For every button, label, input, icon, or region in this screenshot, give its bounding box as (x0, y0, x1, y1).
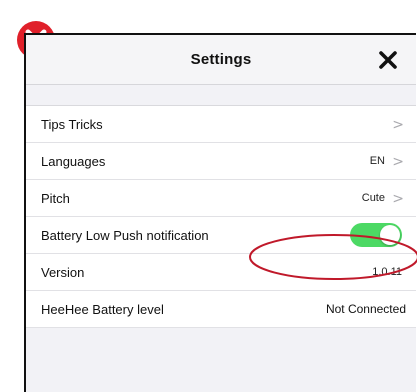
row-label: HeeHee Battery level (41, 302, 164, 317)
settings-row-languages[interactable]: Languages EN > (26, 143, 416, 180)
settings-screen: Settings Tips Tricks > Languages EN > Pi… (24, 33, 416, 392)
language-value: EN (369, 155, 385, 167)
row-label: Tips Tricks (41, 117, 103, 132)
battery-level-value: Not Connected (325, 302, 406, 316)
row-label: Version (41, 265, 85, 280)
close-icon[interactable] (378, 51, 398, 69)
nav-bar: Settings (26, 35, 416, 85)
settings-row-pitch[interactable]: Pitch Cute > (26, 180, 416, 217)
chevron-right-icon: > (392, 117, 404, 133)
row-label: Pitch (41, 191, 70, 206)
annotation-ellipse (249, 234, 417, 280)
chevron-right-icon: > (392, 154, 404, 170)
row-label: Languages (41, 154, 106, 169)
settings-row-tips-tricks[interactable]: Tips Tricks > (26, 106, 416, 143)
settings-row-battery-level: HeeHee Battery level Not Connected (26, 291, 416, 328)
chevron-right-icon: > (392, 191, 404, 207)
settings-list: Tips Tricks > Languages EN > Pitch Cute … (26, 105, 416, 328)
page-title: Settings (190, 51, 252, 68)
pitch-value: Cute (361, 192, 385, 204)
row-label: Battery Low Push notification (41, 228, 209, 243)
